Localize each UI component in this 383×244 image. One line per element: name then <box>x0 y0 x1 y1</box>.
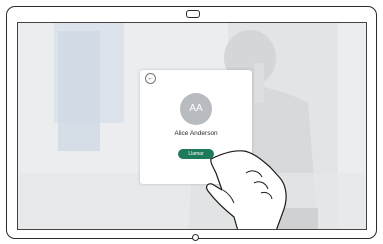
home-button-icon[interactable] <box>192 234 199 241</box>
hand-pointer-icon <box>206 150 287 229</box>
touch-screen: ← AA Alice Anderson Llamar <box>17 22 367 230</box>
camera-icon <box>186 10 200 18</box>
